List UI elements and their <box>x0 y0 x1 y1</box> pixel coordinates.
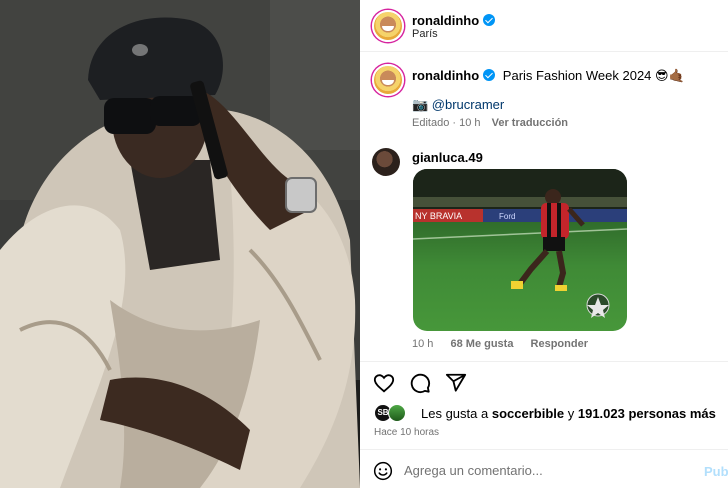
post-photo[interactable] <box>0 0 360 488</box>
caption-author-avatar[interactable] <box>372 64 404 96</box>
liker-avatars[interactable]: SB <box>374 404 414 422</box>
reply-button[interactable]: Responder <box>531 338 588 350</box>
commenter-username[interactable]: gianluca.49 <box>412 150 483 165</box>
author-username[interactable]: ronaldinho <box>412 13 479 28</box>
verified-badge-icon <box>483 69 496 81</box>
likes-and: y <box>567 405 575 421</box>
edited-dot: · <box>452 117 457 129</box>
likes-prefix: Les gusta a <box>421 405 489 421</box>
comment-icon[interactable] <box>409 372 431 394</box>
post-location[interactable]: París <box>412 28 438 40</box>
send-icon[interactable] <box>445 372 467 394</box>
ad-board-text: NY BRAVIA <box>415 211 462 221</box>
comment-gif[interactable]: NY BRAVIA Ford <box>413 169 627 331</box>
post-timestamp[interactable]: Hace 10 horas <box>374 427 439 438</box>
commenter-avatar[interactable] <box>372 148 400 176</box>
comment-composer: Publicar <box>360 449 728 488</box>
liker-avatar-2 <box>388 404 406 422</box>
post-actions <box>373 372 467 394</box>
actions-divider <box>360 361 728 362</box>
liker-username[interactable]: soccerbible <box>492 406 564 421</box>
caption-text: Paris Fashion Week 2024 😎🤙🏾 <box>502 68 685 83</box>
comment-meta: 10 h 68 Me gusta Responder <box>412 338 602 350</box>
caption-username[interactable]: ronaldinho <box>412 68 479 83</box>
edited-label: Editado <box>412 117 450 129</box>
edited-time: 10 h <box>459 117 481 129</box>
post-detail-panel: ronaldinho París ronaldinho Paris Fashio… <box>360 0 728 488</box>
caption-meta: Editado · 10 h Ver traducción <box>412 117 568 129</box>
heart-icon[interactable] <box>373 372 395 394</box>
see-translation-link[interactable]: Ver traducción <box>492 117 568 129</box>
verified-badge-icon <box>483 14 496 26</box>
likes-summary: SB Les gusta a soccerbible y 191.023 per… <box>374 404 716 422</box>
ad-board-text-2: Ford <box>499 212 515 221</box>
emoji-icon[interactable] <box>373 461 393 481</box>
comment-time: 10 h <box>412 338 434 350</box>
comment-input[interactable] <box>404 460 684 480</box>
man-in-fur-coat-photo <box>0 0 360 488</box>
football-gif-image: NY BRAVIA Ford <box>413 169 627 318</box>
comment-likes[interactable]: 68 Me gusta <box>450 338 513 350</box>
post-caption: ronaldinho Paris Fashion Week 2024 😎🤙🏾 <box>412 68 712 84</box>
publish-button[interactable]: Publicar <box>704 464 728 479</box>
likes-count[interactable]: 191.023 personas más <box>578 406 716 421</box>
author-avatar[interactable] <box>372 10 404 42</box>
photographer-mention[interactable]: 📷 @brucramer <box>412 97 504 113</box>
post-header: ronaldinho París <box>360 0 728 52</box>
